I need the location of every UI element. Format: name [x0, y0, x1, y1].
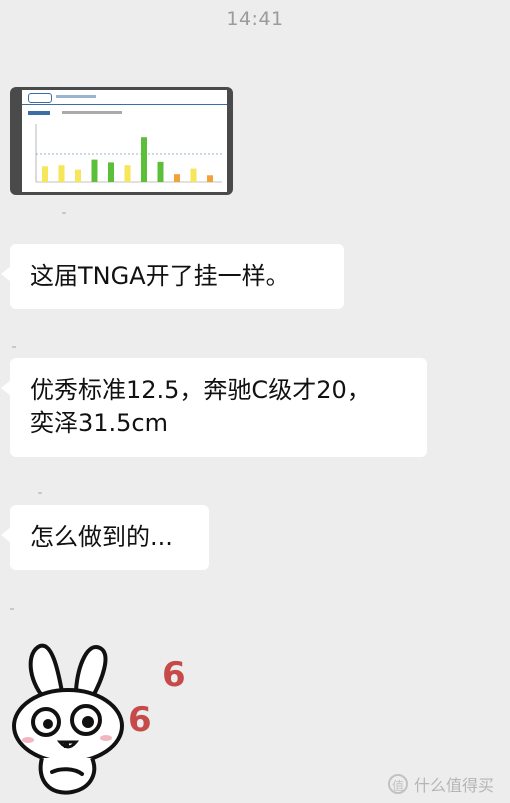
slide-header — [22, 90, 227, 105]
thumb-bar — [174, 174, 180, 182]
message-bubble[interactable]: 怎么做到的... — [1, 505, 209, 570]
dot — [10, 608, 14, 610]
thumb-bar — [207, 175, 213, 182]
thumbnail-bar-chart — [35, 124, 222, 183]
message-text-line: 奕泽31.5cm — [30, 409, 169, 437]
smzdm-logo-icon: 值 — [388, 774, 408, 794]
sticker-digit: 6 — [162, 655, 186, 695]
slide-section-tag — [28, 111, 50, 115]
thumb-bar — [124, 165, 131, 182]
image-message[interactable] — [10, 87, 233, 195]
sticker-digit: 6 — [128, 700, 152, 740]
slide-chart-title — [62, 111, 122, 114]
thumb-bar — [42, 166, 48, 182]
logo-icon — [28, 93, 52, 103]
dot — [12, 346, 16, 348]
message-bubble[interactable]: 优秀标准12.5，奔驰C级才20， 奕泽31.5cm — [1, 358, 427, 457]
watermark-text: 什么值得买 — [414, 776, 495, 795]
thumb-bar — [91, 159, 98, 182]
dot — [38, 492, 42, 494]
thumb-bar — [58, 165, 65, 182]
status-time: 14:41 — [226, 8, 284, 30]
thumb-bar — [141, 137, 147, 182]
thumb-bar — [157, 161, 164, 182]
slide-thumbnail — [22, 90, 227, 192]
thumb-bar — [190, 168, 197, 182]
thumb-bar — [108, 162, 114, 182]
thumb-bar — [75, 169, 81, 182]
message-bubble[interactable]: 这届TNGA开了挂一样。 — [1, 244, 344, 309]
slide-header-text — [56, 95, 96, 98]
watermark: 值 什么值得买 — [388, 772, 494, 796]
message-text: 怎么做到的... — [30, 523, 173, 551]
message-text: 这届TNGA开了挂一样。 — [30, 262, 290, 290]
message-text-line: 优秀标准12.5，奔驰C级才20， — [30, 376, 371, 404]
dot — [62, 212, 66, 214]
